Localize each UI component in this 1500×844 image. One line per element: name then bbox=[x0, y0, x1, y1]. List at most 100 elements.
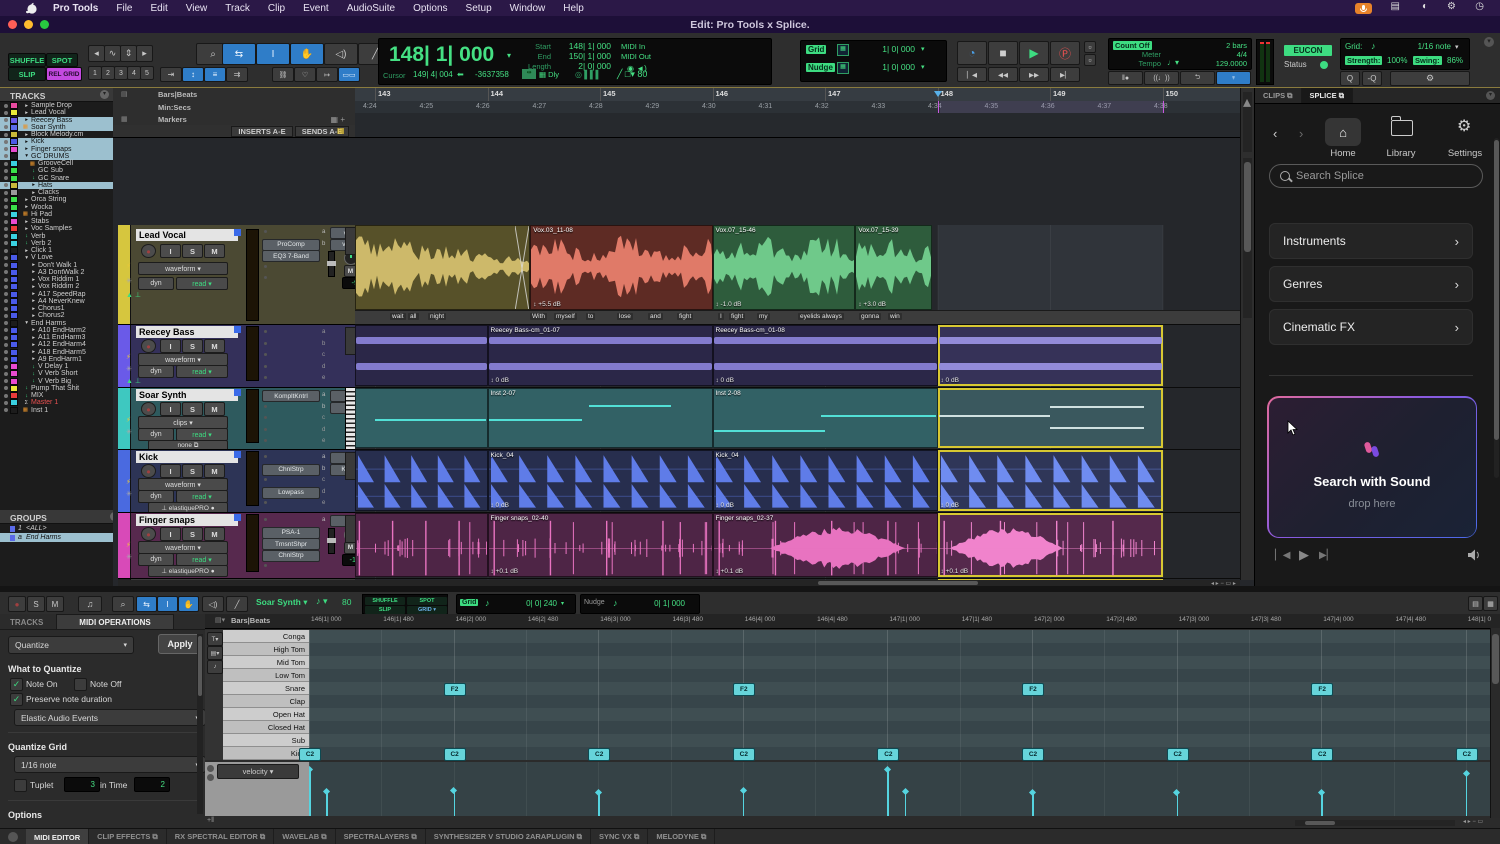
automation-mode-selector[interactable]: read ▾ bbox=[176, 365, 228, 378]
clip[interactable]: ↕ 0 dB bbox=[938, 325, 1163, 386]
insert-slot-empty[interactable] bbox=[264, 439, 267, 442]
track-visibility-dot[interactable] bbox=[4, 256, 8, 260]
clip[interactable] bbox=[938, 388, 1163, 448]
midi-note-c2-kick[interactable]: C2 bbox=[1022, 748, 1044, 761]
midi-ruler[interactable]: ▤▾Bars|Beats146|1| 000146|1| 480146|2| 0… bbox=[205, 614, 1500, 629]
sidebar-track-v-delay-1[interactable]: ↓V Delay 1 bbox=[0, 363, 113, 370]
mute-button[interactable]: M bbox=[204, 339, 225, 353]
edit-mode-shuffle[interactable]: SHUFFLE bbox=[8, 53, 46, 67]
clip[interactable] bbox=[355, 450, 488, 511]
input-monitor-button[interactable]: I bbox=[160, 527, 181, 541]
insert-slot-empty[interactable] bbox=[264, 365, 267, 368]
sidebar-track-mix[interactable]: ↓MIX bbox=[0, 392, 113, 399]
midi-right-scrollbar[interactable] bbox=[1490, 628, 1500, 818]
lyric-marker[interactable]: I bbox=[718, 313, 724, 320]
insert-slot-trnsntshpr[interactable]: TrnsntShpr bbox=[262, 538, 320, 550]
play-button[interactable]: ▶ bbox=[1019, 41, 1049, 65]
fast-forward-button[interactable]: ▶▶ bbox=[1019, 67, 1049, 82]
control-center-icon[interactable]: ◐ bbox=[1422, 1, 1428, 12]
track-color-chip[interactable] bbox=[10, 356, 18, 363]
sidebar-track-wocka[interactable]: ▸Wocka bbox=[0, 204, 113, 211]
track-visibility-dot[interactable] bbox=[4, 270, 8, 274]
record-arm-button[interactable]: ● bbox=[141, 339, 156, 353]
clip-gain-label[interactable]: ↕ +0.1 dB bbox=[716, 568, 744, 575]
scroll-up-button[interactable]: ▴ bbox=[1243, 92, 1252, 152]
track-color-chip[interactable] bbox=[10, 407, 18, 414]
input-monitor-button[interactable]: I bbox=[160, 339, 181, 353]
track-visibility-dot[interactable] bbox=[4, 379, 8, 383]
splice-next-button[interactable]: ▶▏ bbox=[1319, 550, 1334, 561]
track-color-chip[interactable] bbox=[10, 196, 18, 203]
bottom-tab-sync-vx[interactable]: SYNC VX ⧉ bbox=[591, 829, 648, 844]
grid-dropdown-icon[interactable]: ▾ bbox=[921, 45, 925, 53]
lane-row-conga[interactable] bbox=[309, 630, 1490, 644]
splice-prev-button[interactable]: ▏◀ bbox=[1275, 550, 1290, 561]
midi-toolbar-opt2[interactable]: ▦ bbox=[1483, 596, 1498, 611]
splice-home-button[interactable]: ⌂ bbox=[1325, 118, 1361, 146]
track-color-chip[interactable] bbox=[10, 204, 18, 211]
scroll-corner-buttons[interactable]: ◂ ▸ − ▭ ▸ bbox=[1211, 580, 1236, 586]
horizontal-scrollbar[interactable] bbox=[118, 580, 1240, 586]
track-color-chip[interactable] bbox=[10, 370, 18, 377]
track-list-button[interactable]: T▾ bbox=[207, 632, 223, 646]
swing-value[interactable]: 86% bbox=[1447, 56, 1463, 65]
midi-note-c2-kick[interactable]: C2 bbox=[1311, 748, 1333, 761]
send-slot-empty-d[interactable]: d bbox=[322, 427, 325, 433]
solo-button[interactable]: S bbox=[182, 402, 203, 416]
sidebar-track-click-1[interactable]: ▸Click 1 bbox=[0, 247, 113, 254]
track-visibility-dot[interactable] bbox=[4, 241, 8, 245]
default-note-duration[interactable]: ♪ ▾ bbox=[316, 596, 328, 607]
send-slot-empty-c[interactable]: c bbox=[322, 477, 325, 483]
splice-library-button[interactable] bbox=[1391, 120, 1413, 136]
track-visibility-dot[interactable] bbox=[4, 328, 8, 332]
record-arm-button[interactable]: ● bbox=[141, 464, 156, 478]
zoom-preset-1[interactable]: 1 bbox=[88, 66, 102, 80]
track-visibility-dot[interactable] bbox=[4, 357, 8, 361]
midi-note-c2-kick[interactable]: C2 bbox=[1167, 748, 1189, 761]
lyric-marker[interactable]: win bbox=[888, 313, 902, 320]
track-color-chip[interactable] bbox=[10, 109, 18, 116]
send-fader[interactable] bbox=[328, 528, 335, 554]
midi-note-f2-snare[interactable]: F2 bbox=[733, 683, 755, 696]
lane-row-low-tom[interactable] bbox=[309, 669, 1490, 683]
track-visibility-dot[interactable] bbox=[4, 343, 8, 347]
quantize-grid-dropdown-icon[interactable]: ▾ bbox=[1455, 43, 1459, 51]
send-slot-empty-c[interactable]: c bbox=[322, 415, 325, 421]
view-filter-button[interactable]: ▤▾ bbox=[207, 646, 223, 660]
track-visibility-dot[interactable] bbox=[4, 307, 8, 311]
note-display-button[interactable]: ♪ bbox=[207, 660, 223, 674]
lane-name-kick[interactable]: Kick bbox=[223, 747, 309, 760]
track-color-chip[interactable] bbox=[10, 298, 18, 305]
clip-vox-07-15-46[interactable]: Vox.07_15-46↕ -1.0 dB bbox=[713, 225, 856, 310]
horizontal-scroll-thumb[interactable] bbox=[818, 581, 978, 585]
track-name-kick[interactable]: Kick bbox=[136, 451, 238, 463]
tab-midi-operations[interactable]: MIDI OPERATIONS bbox=[56, 614, 174, 630]
send-slot-empty-c[interactable]: c bbox=[322, 352, 325, 358]
velocity-stem[interactable] bbox=[1466, 773, 1468, 816]
grabber-tool[interactable]: ✋ bbox=[290, 43, 324, 65]
grid-value[interactable]: 1| 0| 000 bbox=[857, 44, 915, 54]
quantize-grid-value[interactable]: 1/16 note bbox=[1399, 42, 1451, 51]
menu-item-setup[interactable]: Setup bbox=[457, 3, 501, 14]
track-visibility-dot[interactable] bbox=[4, 350, 8, 354]
sidebar-track-inst-1[interactable]: ▦Inst 1 bbox=[0, 407, 113, 414]
sidebar-track-master-1[interactable]: ΣMaster 1 bbox=[0, 399, 113, 406]
velocity-handle[interactable] bbox=[1029, 789, 1036, 796]
lyric-marker[interactable]: night bbox=[428, 313, 446, 320]
clip-gain-label[interactable]: ↕ 0 dB bbox=[716, 502, 734, 509]
track-visibility-dot[interactable] bbox=[4, 154, 8, 158]
track-color-chip[interactable] bbox=[10, 218, 18, 225]
track-color-chip[interactable] bbox=[10, 102, 18, 109]
clip-gain-label[interactable]: ↕ 0 dB bbox=[941, 377, 959, 384]
velocity-opt-2[interactable] bbox=[207, 774, 214, 781]
splice-play-button[interactable]: ▶ bbox=[1299, 547, 1309, 563]
track-view-selector[interactable]: waveform ▾ bbox=[138, 262, 228, 275]
zoom-preset-5[interactable]: 5 bbox=[140, 66, 154, 80]
track-color-chip[interactable] bbox=[10, 305, 18, 312]
transport-expand-1[interactable]: ▫ bbox=[1084, 41, 1096, 53]
online-button[interactable]: ◔ bbox=[957, 41, 987, 65]
midi-selector-tool[interactable]: I bbox=[157, 596, 178, 612]
track-color-chip[interactable] bbox=[10, 254, 18, 261]
track-color-chip[interactable] bbox=[10, 349, 18, 356]
category-card-cinematic-fx[interactable]: Cinematic FX› bbox=[1269, 309, 1473, 345]
